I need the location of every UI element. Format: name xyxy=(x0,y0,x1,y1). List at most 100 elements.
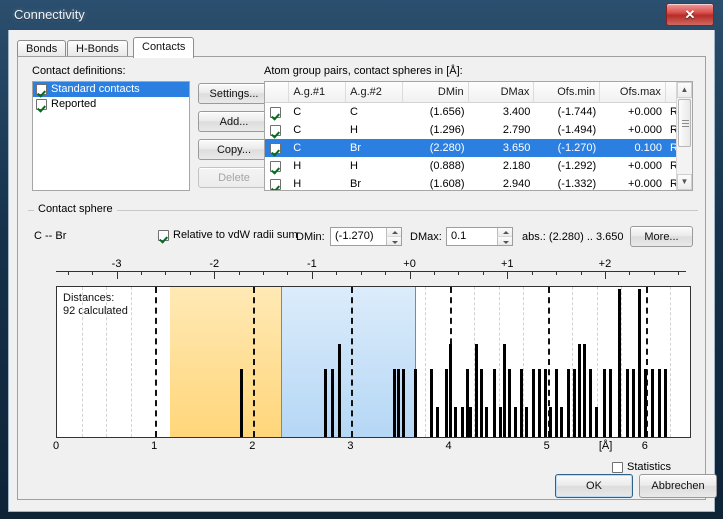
checkbox-icon[interactable] xyxy=(269,142,281,154)
chart-bar xyxy=(498,407,502,437)
th-ag2[interactable]: A.g.#2 xyxy=(346,82,403,102)
chart-band xyxy=(169,287,281,437)
axis-major-tick xyxy=(311,271,313,279)
chart-bar xyxy=(323,369,327,437)
spin-up-icon[interactable] xyxy=(497,228,512,236)
row-checkbox[interactable] xyxy=(265,157,289,175)
chart-bar xyxy=(444,369,448,437)
table-vertical-scrollbar[interactable]: ▲ ▼ xyxy=(676,82,692,190)
atom-group-pairs-label: Atom group pairs, contact spheres in [Å]… xyxy=(264,65,463,77)
dmax-spinner[interactable]: 0.1 xyxy=(446,227,513,246)
chart-bar xyxy=(454,407,458,437)
table-row[interactable]: C H (1.296) 2.790 (-1.494) +0.000 R xyxy=(265,121,692,139)
th-ofsmin[interactable]: Ofs.min xyxy=(534,82,601,102)
axis-tick-label: 0 xyxy=(52,440,60,452)
relative-vdw-checkbox[interactable]: Relative to vdW radii sum xyxy=(158,229,298,241)
contact-sphere-groupbox: Contact sphere xyxy=(28,203,698,219)
spin-down-icon[interactable] xyxy=(386,236,401,245)
axis-tick-label: -3 xyxy=(111,258,122,270)
cell-ofsmin: (-1.332) xyxy=(557,178,597,190)
th-dmin[interactable]: DMin xyxy=(403,82,469,102)
row-checkbox[interactable] xyxy=(265,139,289,157)
dmin-spin-buttons[interactable] xyxy=(386,228,401,245)
cell-ofsmin: (-1.270) xyxy=(557,142,597,154)
cell-dmax: 3.650 xyxy=(502,142,531,154)
checkbox-icon[interactable] xyxy=(269,106,281,118)
row-checkbox[interactable] xyxy=(265,103,289,121)
scrollbar-thumb[interactable] xyxy=(678,99,691,147)
axis-minor-tick xyxy=(556,271,558,275)
more-button[interactable]: More... xyxy=(630,226,693,247)
cell-ofsmin: (-1.494) xyxy=(557,124,597,136)
dmax-value[interactable]: 0.1 xyxy=(451,228,496,245)
list-item-reported[interactable]: Reported xyxy=(33,97,189,112)
th-ag1[interactable]: A.g.#1 xyxy=(289,82,347,102)
axis-minor-tick xyxy=(263,271,265,275)
chart-bar xyxy=(525,407,529,437)
axis-minor-tick xyxy=(238,271,240,275)
list-item-label: Reported xyxy=(51,98,97,110)
spin-down-icon[interactable] xyxy=(497,236,512,245)
atom-group-pairs-table[interactable]: A.g.#1 A.g.#2 DMin DMax Ofs.min Ofs.max … xyxy=(264,81,693,191)
cancel-button[interactable]: Abbrechen xyxy=(639,474,717,498)
chart-bar xyxy=(554,369,558,437)
table-row-selected[interactable]: C Br (2.280) 3.650 (-1.270) 0.100 R xyxy=(265,139,692,157)
axis-minor-tick xyxy=(653,271,655,275)
chart-bar xyxy=(537,369,541,437)
chart-bar xyxy=(402,369,406,437)
dmax-spin-buttons[interactable] xyxy=(497,228,512,245)
chart-bottom-axis: 0 1 2 3 4 5 6 [Å] xyxy=(52,440,691,454)
contact-definitions-list[interactable]: Standard contacts Reported xyxy=(32,81,190,191)
cell-ofsmax: +0.000 xyxy=(628,160,662,172)
list-item-standard-contacts[interactable]: Standard contacts xyxy=(33,82,189,97)
spin-up-icon[interactable] xyxy=(386,228,401,236)
row-checkbox[interactable] xyxy=(265,121,289,139)
delete-button[interactable]: Delete xyxy=(198,167,270,188)
row-checkbox[interactable] xyxy=(265,175,289,190)
chart-bar xyxy=(484,407,488,437)
chart-major-gridline xyxy=(351,287,354,437)
chart-bar xyxy=(508,369,512,437)
add-button[interactable]: Add... xyxy=(198,111,270,132)
dmin-spinner[interactable]: (-1.270) xyxy=(330,227,402,246)
chart-dmin-marker xyxy=(280,287,282,437)
th-ofsmax[interactable]: Ofs.max xyxy=(600,82,666,102)
chart-annotation: Distances: 92 calculated xyxy=(63,292,128,318)
cell-ofsmin: (-1.292) xyxy=(557,160,597,172)
dmin-value[interactable]: (-1.270) xyxy=(335,228,385,245)
scroll-down-icon[interactable]: ▼ xyxy=(677,174,692,190)
settings-button[interactable]: Settings... xyxy=(198,83,270,104)
chart-bar xyxy=(637,289,641,437)
checkbox-icon[interactable] xyxy=(269,178,281,190)
checkbox-icon[interactable] xyxy=(612,461,623,473)
cell-dmin: (1.656) xyxy=(429,106,465,118)
checkbox-icon[interactable] xyxy=(158,229,169,241)
copy-button[interactable]: Copy... xyxy=(198,139,270,160)
table-row[interactable]: H H (0.888) 2.180 (-1.292) +0.000 R xyxy=(265,157,692,175)
close-button[interactable]: ✕ xyxy=(666,3,714,26)
axis-minor-tick xyxy=(336,271,338,275)
checkbox-icon[interactable] xyxy=(269,160,281,172)
table-header-row: A.g.#1 A.g.#2 DMin DMax Ofs.min Ofs.max xyxy=(265,82,692,103)
tab-contacts[interactable]: Contacts xyxy=(133,37,195,58)
checkbox-icon[interactable] xyxy=(36,99,47,110)
axis-tick-label: 3 xyxy=(347,440,354,452)
chart-bar xyxy=(479,369,483,437)
axis-major-tick xyxy=(214,271,216,279)
ok-button[interactable]: OK xyxy=(555,474,633,498)
cell-dmax: 2.790 xyxy=(502,124,531,136)
axis-minor-tick xyxy=(92,271,94,275)
chart-bar xyxy=(502,344,506,437)
statistics-checkbox[interactable]: Statistics xyxy=(612,461,671,473)
axis-major-tick xyxy=(116,271,118,279)
checkbox-icon[interactable] xyxy=(269,124,281,136)
table-row[interactable]: H Br (1.608) 2.940 (-1.332) +0.000 R xyxy=(265,175,692,190)
table-row[interactable]: C C (1.656) 3.400 (-1.744) +0.000 R xyxy=(265,103,692,121)
axis-minor-tick xyxy=(67,271,69,275)
th-dmax[interactable]: DMax xyxy=(469,82,535,102)
chart-annotation-line2: 92 calculated xyxy=(63,305,128,317)
scroll-up-icon[interactable]: ▲ xyxy=(677,82,692,98)
chart-plot-area[interactable]: Distances: 92 calculated xyxy=(56,286,691,438)
axis-minor-tick xyxy=(287,271,289,275)
checkbox-icon[interactable] xyxy=(36,84,47,95)
